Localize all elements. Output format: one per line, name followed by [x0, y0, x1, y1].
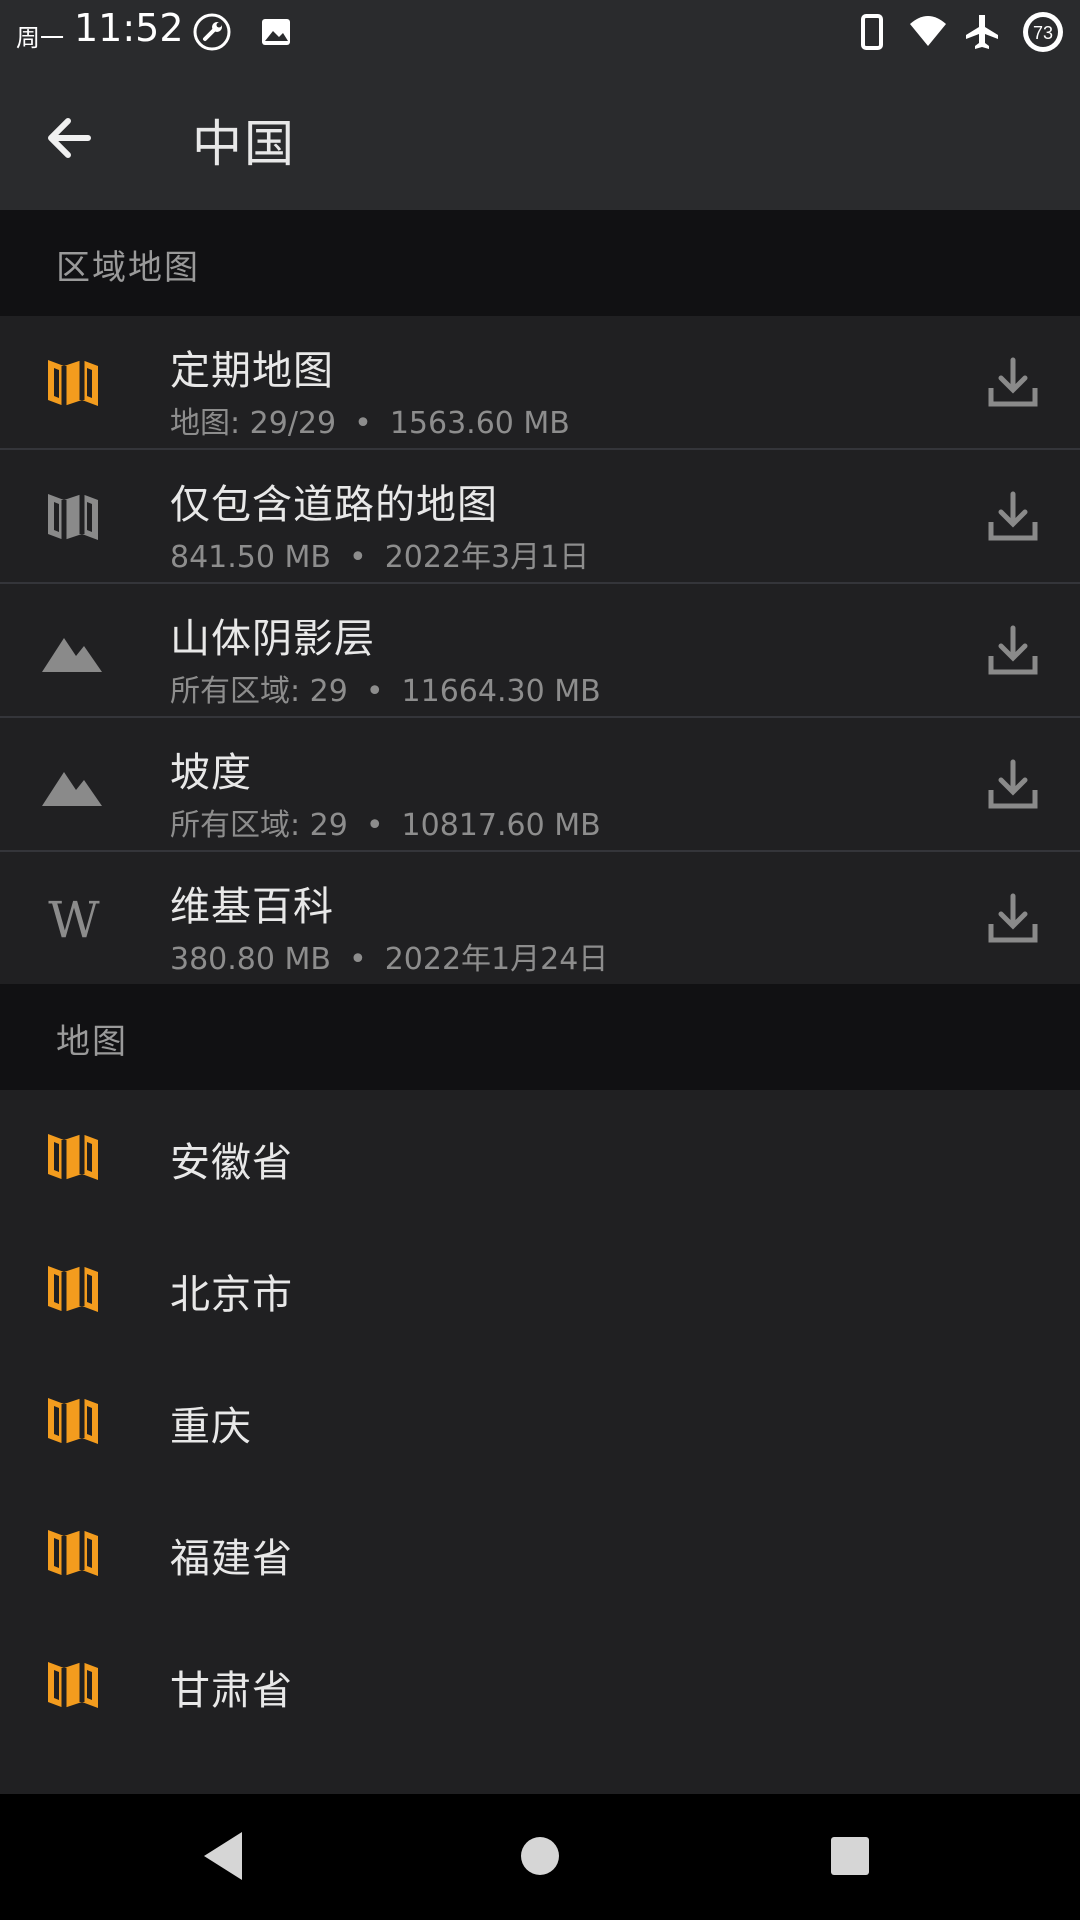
- item-date: 2022年3月1日: [384, 540, 590, 575]
- mountain-icon: [42, 772, 102, 806]
- map-icon: [48, 1662, 98, 1708]
- separator-dot: •: [365, 808, 384, 843]
- list-item-hillshade[interactable]: 山体阴影层 所有区域: 29 • 11664.30 MB: [0, 584, 1080, 718]
- list-item-standard-map[interactable]: 定期地图 地图: 29/29 • 1563.60 MB: [0, 316, 1080, 450]
- list-item-roads-only-map[interactable]: 仅包含道路的地图 841.50 MB • 2022年3月1日: [0, 450, 1080, 584]
- item-subtitle: 地图: 29/29 • 1563.60 MB: [170, 398, 570, 442]
- list-item-province[interactable]: 安徽省: [0, 1090, 1080, 1224]
- item-count: 地图: 29/29: [170, 406, 337, 441]
- item-size: 11664.30 MB: [401, 674, 601, 709]
- item-subtitle: 380.80 MB • 2022年1月24日: [170, 934, 608, 978]
- airplane-mode-icon: [966, 15, 998, 49]
- item-title: 维基百科: [170, 884, 334, 930]
- status-day: 周一: [16, 24, 64, 52]
- item-subtitle: 841.50 MB • 2022年3月1日: [170, 532, 589, 576]
- map-icon: [48, 494, 98, 540]
- separator-dot: •: [354, 406, 372, 441]
- item-title: 仅包含道路的地图: [170, 482, 498, 528]
- page-title: 中国: [192, 115, 296, 173]
- app-root: 周一 11:52 73 中国 区域地图 定期地图 地图: 29/29 • 156…: [0, 0, 1080, 1920]
- item-size: 10817.60 MB: [401, 808, 601, 843]
- item-size: 841.50 MB: [170, 540, 331, 575]
- section-header-regional: 区域地图: [0, 210, 1080, 318]
- wifi-icon: [910, 16, 946, 46]
- map-icon: [48, 1398, 98, 1444]
- status-time: 11:52: [74, 6, 184, 50]
- download-icon[interactable]: [986, 892, 1040, 946]
- wikipedia-icon: W: [48, 891, 100, 949]
- item-date: 2022年1月24日: [384, 942, 609, 977]
- item-regions: 所有区域: 29: [170, 808, 348, 843]
- nav-recents-icon[interactable]: [818, 1824, 882, 1888]
- battery-icon: 73: [1023, 12, 1063, 52]
- section-title-maps: 地图: [56, 1022, 128, 1062]
- separator-dot: •: [348, 540, 367, 575]
- wrench-notification-icon: [193, 13, 231, 51]
- item-title: 北京市: [170, 1272, 293, 1318]
- nav-home-icon[interactable]: [508, 1824, 572, 1888]
- list-item-province[interactable]: 福建省: [0, 1486, 1080, 1620]
- separator-dot: •: [348, 942, 367, 977]
- download-icon[interactable]: [986, 490, 1040, 544]
- download-icon[interactable]: [986, 758, 1040, 812]
- item-title: 安徽省: [170, 1140, 293, 1186]
- section-title-regional: 区域地图: [56, 248, 200, 288]
- section-header-maps: 地图: [0, 984, 1080, 1092]
- map-icon: [48, 1134, 98, 1180]
- item-title: 甘肃省: [170, 1668, 293, 1714]
- item-regions: 所有区域: 29: [170, 674, 348, 709]
- list-item-province[interactable]: 甘肃省: [0, 1618, 1080, 1752]
- battery-level: 73: [1033, 23, 1053, 43]
- item-subtitle: 所有区域: 29 • 10817.60 MB: [170, 800, 601, 844]
- app-bar: 中国: [0, 64, 1080, 210]
- system-nav-bar: [0, 1794, 1080, 1920]
- map-icon: [48, 1266, 98, 1312]
- map-icon: [48, 1530, 98, 1576]
- list-item-province[interactable]: 北京市: [0, 1222, 1080, 1356]
- phone-icon: [861, 14, 883, 50]
- item-title: 定期地图: [170, 348, 334, 394]
- list-item-slope[interactable]: 坡度 所有区域: 29 • 10817.60 MB: [0, 718, 1080, 852]
- item-title: 坡度: [170, 750, 252, 796]
- item-size: 1563.60 MB: [389, 406, 570, 441]
- item-title: 重庆: [170, 1404, 252, 1450]
- item-size: 380.80 MB: [170, 942, 331, 977]
- status-bar: 周一 11:52 73: [0, 0, 1080, 64]
- list-item-wikipedia[interactable]: W 维基百科 380.80 MB • 2022年1月24日: [0, 852, 1080, 986]
- image-notification-icon: [262, 19, 290, 45]
- download-icon[interactable]: [986, 356, 1040, 410]
- item-title: 山体阴影层: [170, 616, 375, 662]
- download-icon[interactable]: [986, 624, 1040, 678]
- separator-dot: •: [365, 674, 384, 709]
- item-subtitle: 所有区域: 29 • 11664.30 MB: [170, 666, 601, 710]
- item-title: 福建省: [170, 1536, 293, 1582]
- nav-back-icon[interactable]: [194, 1824, 258, 1888]
- mountain-icon: [42, 638, 102, 672]
- map-icon: [48, 360, 98, 406]
- list-item-province-partial[interactable]: [0, 1750, 1080, 1794]
- back-arrow-icon[interactable]: [40, 108, 100, 168]
- list-item-province[interactable]: 重庆: [0, 1354, 1080, 1488]
